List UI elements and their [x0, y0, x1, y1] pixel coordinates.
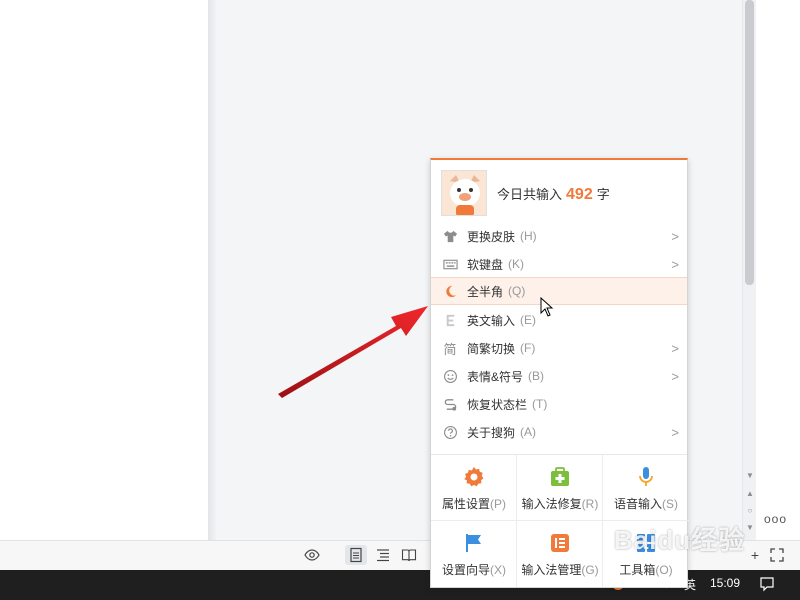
tile-label-text: 语音输入: [613, 497, 662, 511]
menu-item-shortcut: (F): [520, 341, 536, 355]
tile-label-text: 输入法管理: [521, 563, 582, 577]
tile-label: 输入法管理(G): [517, 561, 603, 578]
tile-label: 语音输入(S): [603, 495, 689, 512]
zoom-in-icon[interactable]: +: [744, 545, 766, 565]
menu-item-english-input[interactable]: 英文输入 (E): [431, 306, 687, 334]
jian-char-icon: 简: [443, 341, 457, 357]
repair-kit-icon: [548, 465, 572, 489]
microphone-icon: [634, 465, 658, 489]
menu-item-emoji-symbols[interactable]: 表情&符号 (B) >: [431, 362, 687, 390]
tile-label-key: (G): [581, 563, 599, 577]
avatar[interactable]: [441, 170, 487, 216]
taskbar-clock[interactable]: 15:09: [710, 576, 740, 590]
menu-item-about-sogou[interactable]: 关于搜狗 (A) >: [431, 418, 687, 446]
chevron-right-icon: >: [671, 256, 679, 272]
menu-item-shortcut: (H): [520, 229, 537, 243]
page-view-icon[interactable]: [345, 545, 367, 565]
menu-item-restore-statusbar[interactable]: 恢复状态栏 (T): [431, 390, 687, 418]
menu-item-shortcut: (T): [532, 397, 548, 411]
menu-item-shortcut: (E): [520, 313, 537, 327]
eye-icon[interactable]: [301, 545, 323, 565]
tile-property-settings[interactable]: 属性设置(P): [431, 455, 517, 521]
menu-item-label: 英文输入: [467, 313, 516, 328]
scroll-down-small-icon[interactable]: ▼: [743, 470, 757, 482]
manage-list-icon: [548, 531, 572, 555]
vertical-scrollbar[interactable]: ▼ ▲ ○ ▼: [742, 0, 756, 540]
letter-e-icon: [442, 312, 458, 328]
baidu-watermark: Baidu经验: [614, 525, 746, 555]
statusbar-restore-icon: [442, 396, 458, 412]
question-circle-icon: [442, 424, 458, 440]
menu-item-shortcut: (B): [528, 369, 545, 383]
tile-label: 工具箱(O): [603, 561, 689, 578]
today-input-count: 今日共输入 492 字: [497, 184, 610, 204]
outline-view-icon[interactable]: [372, 545, 394, 565]
menu-item-shortcut: (K): [508, 257, 525, 271]
more-options-icon[interactable]: ooo: [764, 512, 787, 526]
tile-label: 属性设置(P): [431, 495, 517, 512]
notification-icon[interactable]: [757, 574, 777, 594]
tile-ime-repair[interactable]: 输入法修复(R): [517, 455, 603, 521]
chevron-right-icon: >: [671, 424, 679, 440]
gear-icon: [462, 465, 486, 489]
tile-label-text: 属性设置: [441, 497, 490, 511]
menu-item-label: 更换皮肤: [467, 229, 516, 244]
menu-item-label: 简繁切换: [467, 341, 516, 356]
moon-icon: [442, 283, 458, 299]
count-suffix: 字: [596, 187, 610, 202]
tile-label-text: 设置向导: [441, 563, 490, 577]
tile-label-key: (P): [490, 497, 506, 511]
menu-item-label: 关于搜狗: [467, 425, 516, 440]
scrollbar-thumb[interactable]: [745, 0, 754, 285]
mouse-cursor-icon: [540, 297, 554, 317]
fullscreen-icon[interactable]: [766, 545, 788, 565]
menu-item-label: 全半角: [467, 284, 504, 299]
right-side-panel: [756, 0, 800, 540]
tile-voice-input[interactable]: 语音输入(S): [603, 455, 689, 521]
shirt-icon: [442, 228, 458, 244]
menu-item-shortcut: (A): [520, 425, 537, 439]
page-shadow: [208, 0, 216, 540]
keyboard-icon: [442, 256, 458, 272]
tile-setup-wizard[interactable]: 设置向导(X): [431, 521, 517, 587]
tile-ime-management[interactable]: 输入法管理(G): [517, 521, 603, 587]
menu-item-label: 表情&符号: [467, 369, 524, 384]
menu-item-full-half-width[interactable]: 全半角 (Q): [431, 277, 687, 305]
tile-label-key: (O): [655, 563, 673, 577]
menu-item-shortcut: (Q): [508, 284, 526, 298]
tile-label: 设置向导(X): [431, 561, 517, 578]
chevron-right-icon: >: [671, 368, 679, 384]
menu-item-label: 恢复状态栏: [467, 397, 528, 412]
menu-item-label: 软键盘: [467, 257, 504, 272]
document-page-left: [0, 0, 208, 540]
count-value: 492: [566, 186, 593, 203]
tile-label: 输入法修复(R): [517, 495, 603, 512]
tile-label-key: (R): [581, 497, 599, 511]
menu-header: 今日共输入 492 字: [431, 160, 687, 222]
red-arrow-annotation: [278, 306, 428, 398]
tile-label-text: 工具箱: [619, 563, 656, 577]
menu-item-soft-keyboard[interactable]: 软键盘 (K) >: [431, 250, 687, 278]
page-up-icon[interactable]: ▲: [743, 488, 757, 500]
reading-view-icon[interactable]: [398, 545, 420, 565]
page-circle-icon[interactable]: ○: [743, 505, 757, 517]
flag-icon: [462, 531, 486, 555]
tile-label-key: (X): [490, 563, 506, 577]
chevron-right-icon: >: [671, 228, 679, 244]
smiley-icon: [442, 368, 458, 384]
menu-item-change-skin[interactable]: 更换皮肤 (H) >: [431, 222, 687, 250]
menu-item-simp-trad-switch[interactable]: 简 简繁切换 (F) >: [431, 334, 687, 362]
tile-label-key: (S): [662, 497, 678, 511]
count-prefix: 今日共输入: [497, 187, 563, 202]
tile-label-text: 输入法修复: [521, 497, 582, 511]
chevron-right-icon: >: [671, 340, 679, 356]
